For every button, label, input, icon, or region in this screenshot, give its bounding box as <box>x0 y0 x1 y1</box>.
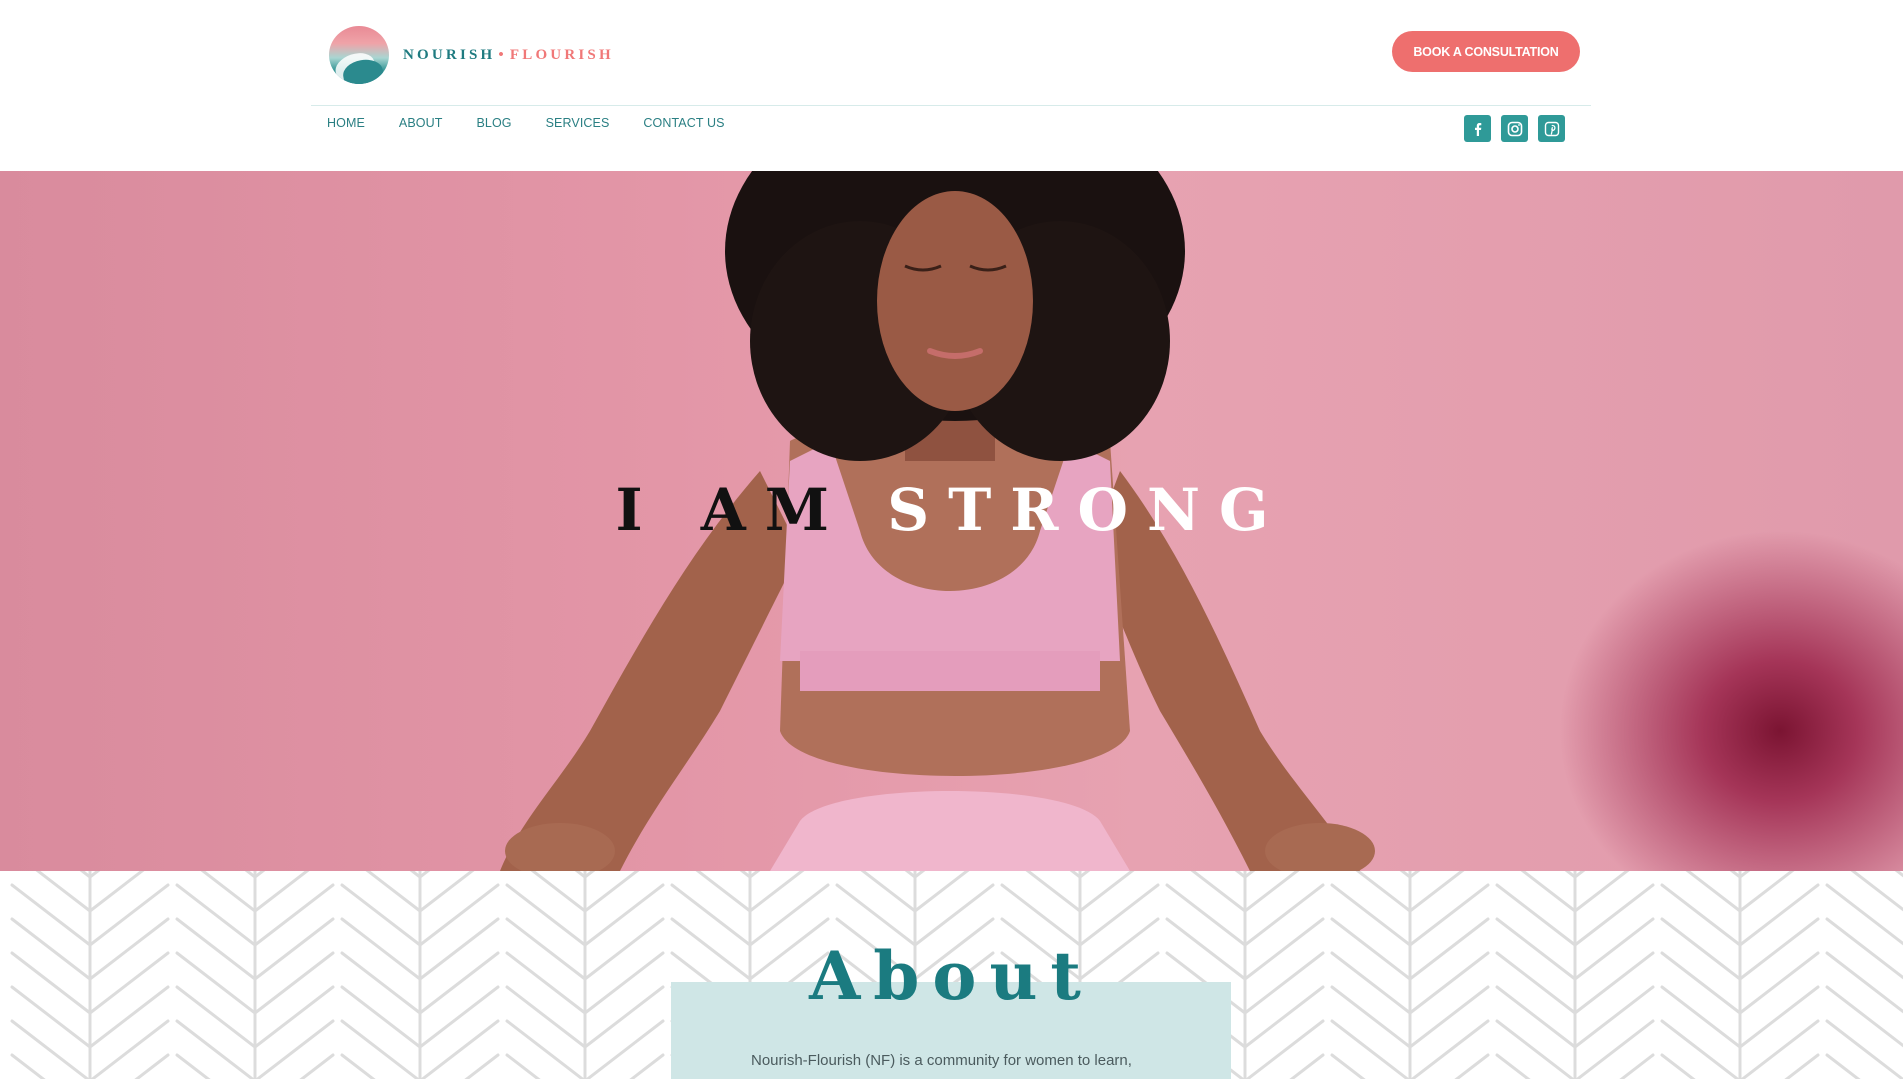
main-nav: HOME ABOUT BLOG SERVICES CONTACT US <box>327 116 759 130</box>
hero-headline-word-1: I AM <box>615 476 848 544</box>
hero-headline-word-2: STRONG <box>887 476 1288 544</box>
hero-headline: I AM STRONG <box>0 476 1903 544</box>
nav-item-services[interactable]: SERVICES <box>546 116 610 130</box>
header-divider <box>311 105 1591 106</box>
about-heading: About <box>809 937 1094 1015</box>
nav-item-blog[interactable]: BLOG <box>476 116 511 130</box>
about-paragraph: Nourish-Flourish (NF) is a community for… <box>751 1052 1132 1069</box>
facebook-icon[interactable] <box>1464 115 1491 142</box>
pinterest-icon[interactable] <box>1538 115 1565 142</box>
logo-word-nourish: NOURISH <box>403 46 496 63</box>
book-consultation-button[interactable]: BOOK A CONSULTATION <box>1392 31 1580 72</box>
nav-item-contact-us[interactable]: CONTACT US <box>643 116 724 130</box>
site-header: NOURISH • FLOURISH BOOK A CONSULTATION HOM… <box>0 0 1903 171</box>
instagram-icon[interactable] <box>1501 115 1528 142</box>
logo-wordmark: NOURISH • FLOURISH <box>403 47 614 64</box>
social-links <box>1464 115 1575 142</box>
logo-mark-icon <box>329 26 389 84</box>
nav-item-home[interactable]: HOME <box>327 116 365 130</box>
site-logo[interactable]: NOURISH • FLOURISH <box>329 26 614 84</box>
nav-item-about[interactable]: ABOUT <box>399 116 443 130</box>
about-section: About Nourish-Flourish (NF) is a communi… <box>0 871 1903 1079</box>
hero-banner: I AM STRONG <box>0 171 1903 871</box>
logo-separator: • <box>498 46 507 63</box>
logo-word-flourish: FLOURISH <box>509 46 614 63</box>
